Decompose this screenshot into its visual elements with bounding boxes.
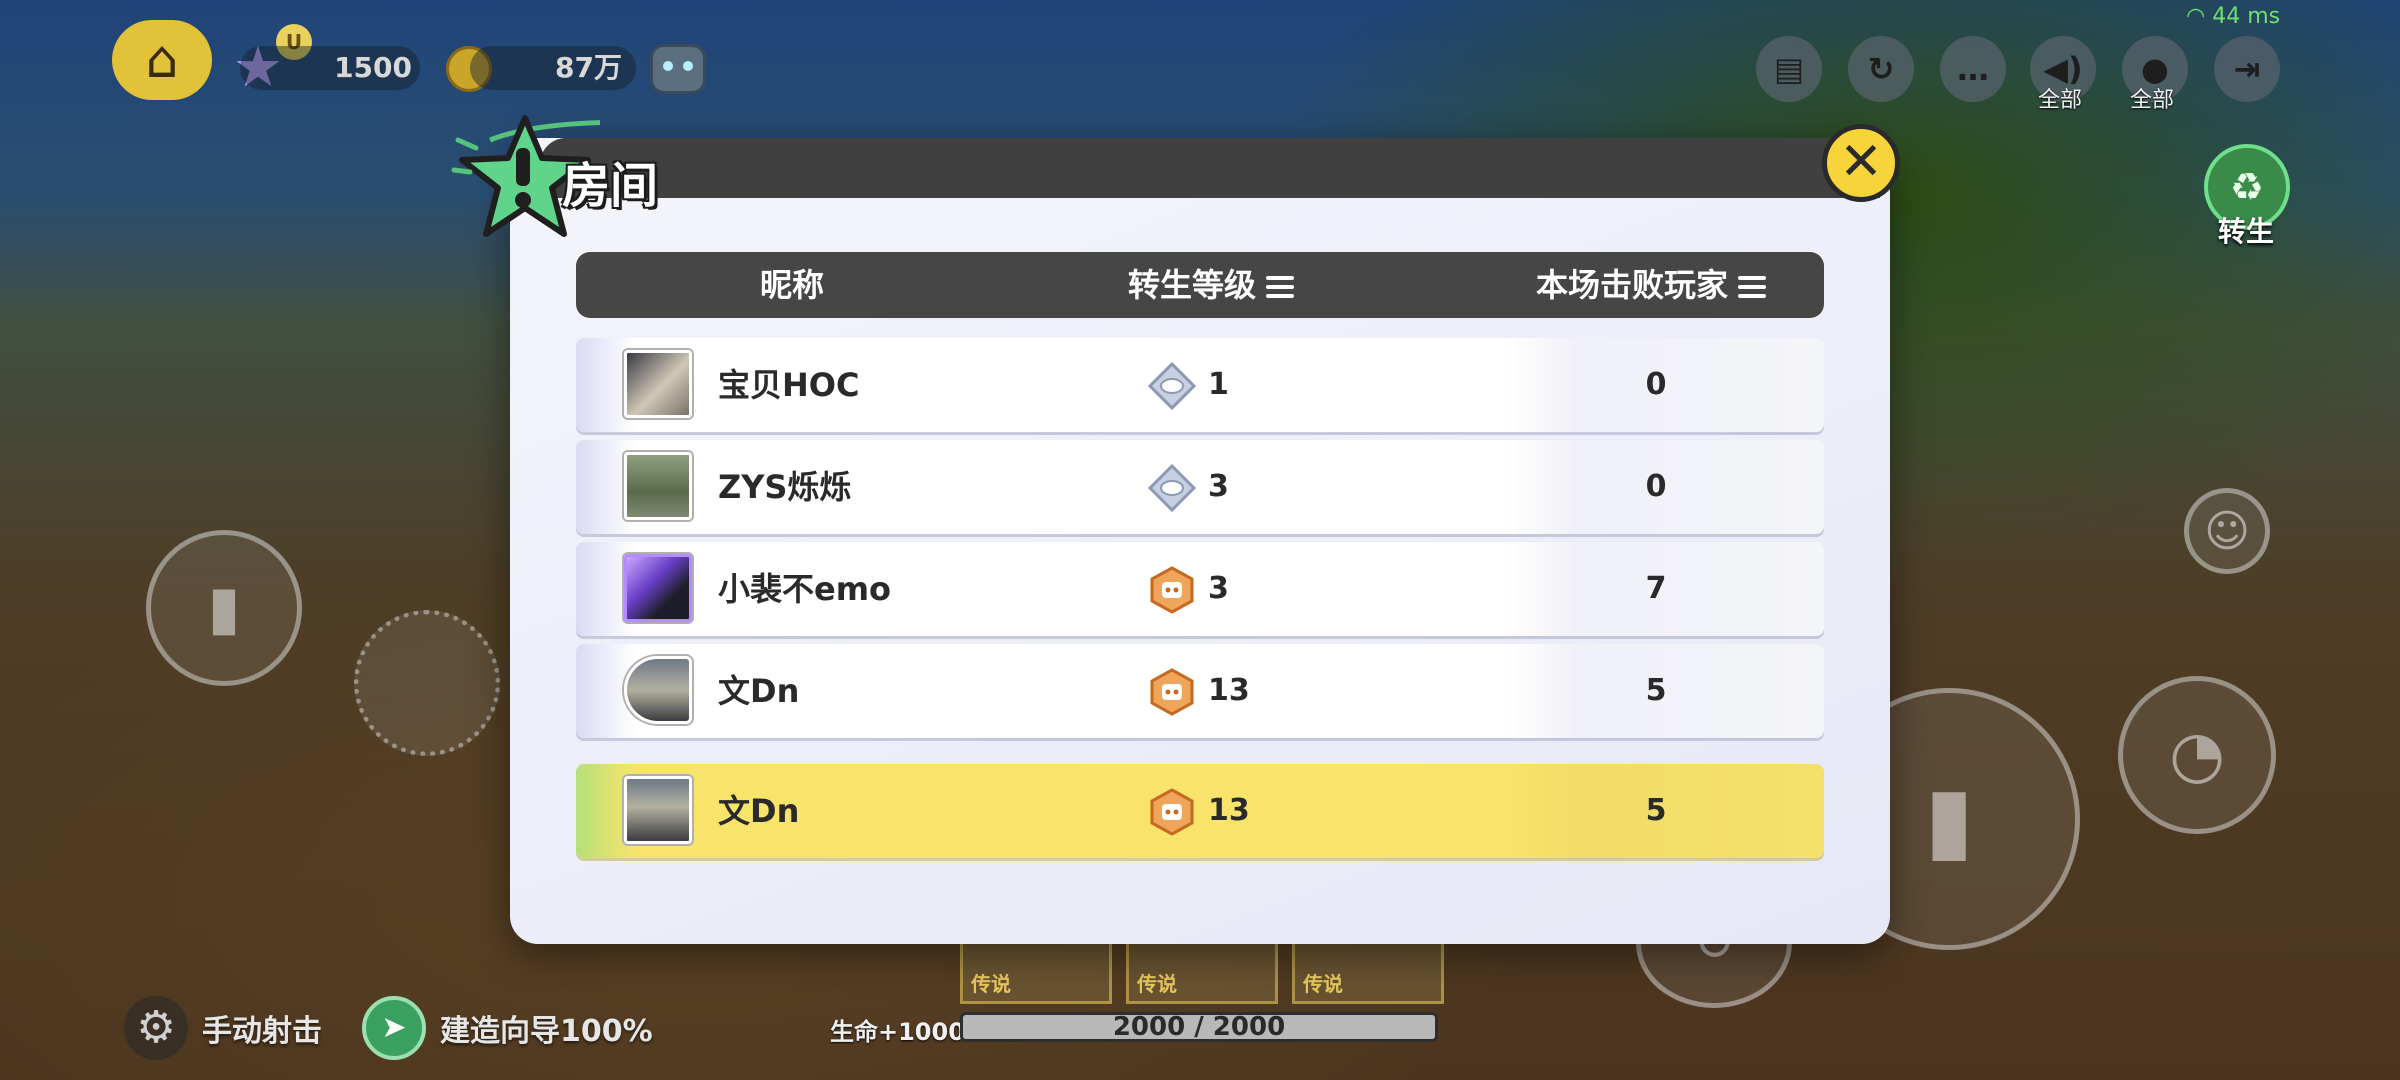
rebirth-level: 3 xyxy=(1208,571,1229,606)
weapon-rarity-tag: 传说 xyxy=(1303,972,1343,996)
task-list-button[interactable]: ▤ xyxy=(1756,36,1822,102)
rebirth-label: 转生 xyxy=(2218,215,2275,248)
column-label: 本场击败玩家 xyxy=(1536,266,1729,304)
exit-button[interactable]: ⇥ xyxy=(2214,36,2280,102)
kill-count: 0 xyxy=(1645,367,1667,402)
avatar xyxy=(624,776,692,844)
kill-count: 7 xyxy=(1645,571,1667,606)
close-icon: ✕ xyxy=(1839,132,1883,192)
sort-icon xyxy=(1266,276,1295,298)
rebirth-level: 3 xyxy=(1208,469,1229,504)
avatar xyxy=(624,350,692,418)
speaker-label: 全部 xyxy=(2038,88,2083,113)
wifi-icon: ◠ xyxy=(2186,4,2213,29)
player-name: 小裴不emo xyxy=(718,570,892,608)
clipboard-icon: ▤ xyxy=(1773,50,1805,88)
room-dialog-header-band xyxy=(540,138,1880,198)
kill-count: 5 xyxy=(1645,793,1667,828)
chat-bubble-icon: … xyxy=(1957,50,1989,88)
bullet-icon: ▮ xyxy=(207,573,241,643)
column-header-rebirth-level[interactable]: 转生等级 xyxy=(1128,252,1295,318)
hp-bar: 2000 / 2000 xyxy=(960,1012,1438,1042)
player-row[interactable]: ZYS烁烁 3 0 xyxy=(576,440,1824,534)
player-row[interactable]: 小裴不emo 3 7 xyxy=(576,542,1824,636)
rank-gold-badge-icon xyxy=(1150,788,1194,836)
smiley-icon: ☺ xyxy=(2204,505,2250,557)
settings-gear-button[interactable]: ⚙ xyxy=(124,996,188,1060)
rank-gold-badge-icon xyxy=(1150,566,1194,614)
game-screen: ⌂ ★ U 1500 87万 ◠ 44 ms ▤ ↻ … ◀) 全部 ● 全部 … xyxy=(0,0,2400,1080)
paper-plane-icon: ➤ xyxy=(381,1010,407,1045)
ping-value: 44 ms xyxy=(2212,4,2281,29)
build-guide-button[interactable]: ➤ xyxy=(362,996,426,1060)
star-count: 1500 xyxy=(334,51,412,84)
star-counter: 1500 xyxy=(240,46,420,90)
column-label: 转生等级 xyxy=(1128,266,1257,304)
rank-diamond-icon xyxy=(1148,464,1196,512)
rank-gold-badge-icon xyxy=(1150,668,1194,716)
player-name: 文Dn xyxy=(718,672,800,710)
hp-text: 2000 / 2000 xyxy=(1112,1012,1286,1042)
player-name: 文Dn xyxy=(718,792,800,830)
kill-count: 5 xyxy=(1645,673,1667,708)
reload-button[interactable]: ▮ xyxy=(146,530,302,686)
robot-icon[interactable] xyxy=(650,44,706,94)
rebirth-level: 13 xyxy=(1208,793,1250,828)
bullet-fire-icon: ▮ xyxy=(1924,766,1974,872)
avatar xyxy=(624,554,692,622)
players-table-header: 昵称 转生等级 本场击败玩家 xyxy=(576,252,1824,318)
joystick[interactable] xyxy=(354,610,500,756)
avatar xyxy=(624,452,692,520)
rank-diamond-icon xyxy=(1148,362,1196,410)
weapon-rarity-tag: 传说 xyxy=(1137,972,1177,996)
player-row[interactable]: 宝贝HOC 1 0 xyxy=(576,338,1824,432)
self-player-row[interactable]: 文Dn 13 5 xyxy=(576,764,1824,858)
pet-skill-button[interactable]: ◔ xyxy=(2118,676,2276,834)
rebirth-level: 13 xyxy=(1208,673,1250,708)
exit-door-icon: ⇥ xyxy=(2233,50,2261,88)
leaf-cycle-icon: ♻ xyxy=(2229,165,2265,209)
home-button[interactable]: ⌂ xyxy=(112,20,212,100)
chat-button[interactable]: … xyxy=(1940,36,2006,102)
column-header-kills[interactable]: 本场击败玩家 xyxy=(1536,252,1767,318)
emote-button[interactable]: ☺ xyxy=(2184,488,2270,574)
coin-counter: 87万 xyxy=(470,46,636,90)
sort-icon xyxy=(1738,276,1767,298)
coin-count: 87万 xyxy=(555,51,622,84)
room-dialog-title: 房间 xyxy=(562,158,659,214)
ping-indicator: ◠ 44 ms xyxy=(2186,4,2280,29)
weapon-rarity-tag: 传说 xyxy=(971,972,1011,996)
gear-icon: ⚙ xyxy=(136,1002,176,1053)
refresh-button[interactable]: ↻ xyxy=(1848,36,1914,102)
player-row[interactable]: 文Dn 13 5 xyxy=(576,644,1824,738)
avatar xyxy=(624,656,692,724)
build-guide-progress[interactable]: 建造向导100% xyxy=(440,1006,653,1050)
close-button[interactable]: ✕ xyxy=(1822,124,1900,202)
manual-fire-toggle[interactable]: 手动射击 xyxy=(202,1006,322,1050)
column-header-nickname: 昵称 xyxy=(760,266,825,304)
rebirth-level: 1 xyxy=(1208,367,1229,402)
penguin-icon: ◔ xyxy=(2169,718,2225,792)
microphone-label: 全部 xyxy=(2130,88,2175,113)
home-icon: ⌂ xyxy=(145,30,179,90)
kill-count: 0 xyxy=(1645,469,1667,504)
refresh-icon: ↻ xyxy=(1867,50,1895,88)
player-name: ZYS烁烁 xyxy=(718,468,852,506)
player-name: 宝贝HOC xyxy=(718,366,860,404)
hp-bonus-label: 生命+1000 xyxy=(830,1018,965,1046)
